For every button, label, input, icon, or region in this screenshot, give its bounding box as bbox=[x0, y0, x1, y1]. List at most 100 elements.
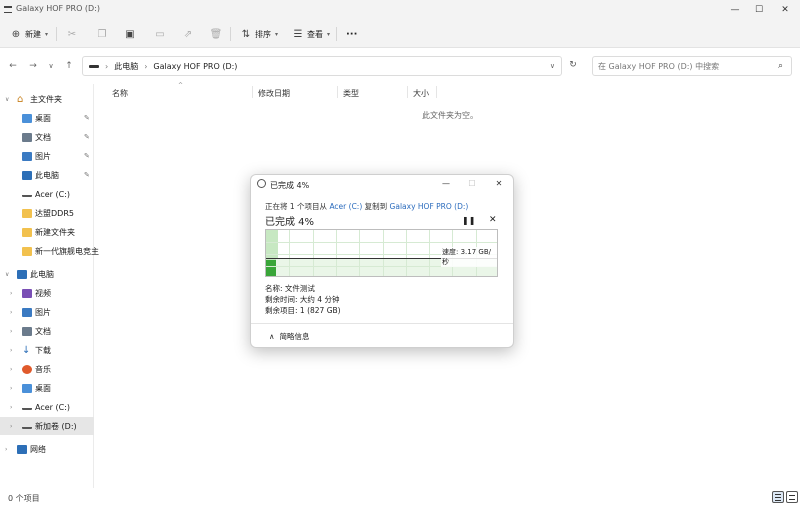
source-link[interactable]: Acer (C:) bbox=[329, 202, 362, 211]
drive-icon bbox=[22, 423, 32, 429]
column-divider[interactable] bbox=[407, 86, 408, 98]
network-icon bbox=[17, 444, 27, 454]
speed-bar bbox=[266, 260, 276, 276]
folder-icon bbox=[22, 208, 32, 218]
rename-button[interactable]: ▭ bbox=[154, 26, 166, 42]
sidebar-item-videos[interactable]: › 视频 bbox=[0, 284, 94, 302]
chevron-right-icon[interactable]: › bbox=[10, 385, 12, 392]
file-name-line: 名称: 文件测试 bbox=[265, 284, 315, 293]
refresh-button[interactable]: ↻ bbox=[566, 60, 580, 72]
drive-icon bbox=[89, 64, 99, 68]
sort-label: 排序 bbox=[255, 29, 271, 39]
sidebar-item-this-pc[interactable]: ∨ 此电脑 bbox=[0, 265, 94, 283]
chevron-right-icon[interactable]: › bbox=[10, 309, 12, 316]
forward-button[interactable]: → bbox=[26, 60, 40, 72]
chevron-down-icon: ▾ bbox=[327, 30, 331, 38]
pin-icon: ✎ bbox=[84, 152, 90, 160]
recent-locations-button[interactable]: ∨ bbox=[44, 60, 58, 72]
chevron-right-icon[interactable]: › bbox=[10, 366, 12, 373]
up-button[interactable]: ↑ bbox=[62, 60, 76, 72]
details-view-button[interactable] bbox=[772, 491, 784, 503]
column-header-name[interactable]: 名称 bbox=[112, 88, 128, 99]
pictures-icon bbox=[22, 307, 32, 317]
minimize-button[interactable]: — bbox=[722, 0, 748, 20]
sidebar-item-folder-esports[interactable]: 新一代旗舰电竞主 bbox=[0, 242, 99, 260]
chevron-right-icon[interactable]: › bbox=[10, 290, 12, 297]
item-count: 0 个项目 bbox=[8, 494, 40, 503]
chevron-down-icon[interactable]: ∨ bbox=[5, 271, 9, 278]
search-input[interactable]: 在 Galaxy HOF PRO (D:) 中搜索 ⌕ bbox=[592, 56, 792, 76]
new-button[interactable]: ⊕ 新建 ▾ bbox=[10, 26, 48, 42]
pause-button[interactable]: ❚❚ bbox=[462, 216, 475, 225]
toolbar-divider bbox=[56, 27, 57, 41]
chevron-down-icon: ▾ bbox=[275, 30, 279, 38]
navigation-pane: ∨ ⌂ 主文件夹 桌面 ✎ 文档 ✎ 图片 ✎ 此电脑 ✎ Acer (C:) … bbox=[0, 84, 99, 488]
pictures-icon bbox=[22, 151, 32, 161]
chevron-down-icon[interactable]: ∨ bbox=[550, 62, 555, 70]
share-icon: ⇗ bbox=[183, 28, 193, 40]
breadcrumb-this-pc[interactable]: 此电脑 bbox=[114, 61, 138, 72]
sort-button[interactable]: ⇅ 排序 ▾ bbox=[240, 26, 278, 42]
sidebar-item-documents[interactable]: 文档 ✎ bbox=[0, 128, 94, 146]
address-bar[interactable]: › 此电脑 › Galaxy HOF PRO (D:) ∨ bbox=[82, 56, 562, 76]
sidebar-item-home[interactable]: ∨ ⌂ 主文件夹 bbox=[0, 90, 94, 108]
back-button[interactable]: ← bbox=[6, 60, 20, 72]
delete-button[interactable]: 🗑 bbox=[210, 26, 223, 42]
sidebar-item-pictures[interactable]: 图片 ✎ bbox=[0, 147, 94, 165]
sidebar-item-network[interactable]: › 网络 bbox=[0, 440, 94, 458]
destination-link[interactable]: Galaxy HOF PRO (D:) bbox=[390, 202, 469, 211]
sidebar-item-this-pc-pinned[interactable]: 此电脑 ✎ bbox=[0, 166, 94, 184]
sidebar-item-music[interactable]: › 音乐 bbox=[0, 360, 94, 378]
column-divider[interactable] bbox=[436, 86, 437, 98]
sidebar-item-label: Acer (C:) bbox=[35, 189, 71, 199]
view-button[interactable]: ☰ 查看 ▾ bbox=[292, 26, 331, 42]
sidebar-item-desktop-pc[interactable]: › 桌面 bbox=[0, 379, 94, 397]
fewer-details-button[interactable]: ∧ 简略信息 bbox=[269, 331, 310, 342]
paste-button[interactable]: ▣ bbox=[124, 26, 136, 42]
chevron-right-icon[interactable]: › bbox=[10, 347, 12, 354]
tiles-view-button[interactable] bbox=[786, 491, 798, 503]
chevron-right-icon[interactable]: › bbox=[10, 328, 12, 335]
cut-button[interactable]: ✂ bbox=[66, 26, 78, 42]
sidebar-item-label: 视频 bbox=[35, 288, 51, 298]
copy-button[interactable]: ❐ bbox=[96, 26, 108, 42]
column-divider[interactable] bbox=[252, 86, 253, 98]
column-header-size[interactable]: 大小 bbox=[413, 88, 429, 99]
sidebar-item-label: 图片 bbox=[35, 151, 51, 161]
scissors-icon: ✂ bbox=[67, 28, 77, 40]
share-button[interactable]: ⇗ bbox=[182, 26, 194, 42]
video-icon bbox=[22, 288, 32, 298]
cancel-copy-button[interactable]: ✕ bbox=[489, 215, 497, 225]
sidebar-item-label: 此电脑 bbox=[35, 170, 59, 180]
more-options-button[interactable]: ··· bbox=[346, 26, 357, 42]
column-header-type[interactable]: 类型 bbox=[343, 88, 359, 99]
sidebar-item-acer-c[interactable]: Acer (C:) bbox=[0, 185, 94, 203]
drive-icon bbox=[22, 404, 32, 410]
column-header-modified[interactable]: 修改日期 bbox=[258, 88, 290, 99]
command-bar: ⊕ 新建 ▾ ✂ ❐ ▣ ▭ ⇗ 🗑 ⇅ 排序 ▾ ☰ 查看 ▾ ··· bbox=[0, 20, 800, 48]
sidebar-item-folder-ddr5[interactable]: 达盟DDR5 bbox=[0, 204, 94, 222]
sidebar-item-desktop[interactable]: 桌面 ✎ bbox=[0, 109, 94, 127]
close-button[interactable]: ✕ bbox=[772, 0, 798, 20]
chevron-right-icon[interactable]: › bbox=[10, 423, 12, 430]
sidebar-item-documents-pc[interactable]: › 文档 bbox=[0, 322, 94, 340]
chevron-right-icon[interactable]: › bbox=[10, 404, 12, 411]
sidebar-item-new-folder[interactable]: 新建文件夹 bbox=[0, 223, 94, 241]
chevron-right-icon[interactable]: › bbox=[5, 446, 7, 453]
breadcrumb-drive[interactable]: Galaxy HOF PRO (D:) bbox=[153, 62, 237, 71]
sidebar-item-downloads[interactable]: › ↓ 下载 bbox=[0, 341, 94, 359]
copy-middle-text: 复制到 bbox=[364, 202, 388, 211]
sidebar-item-acer-c-pc[interactable]: › Acer (C:) bbox=[0, 398, 94, 416]
view-icon: ☰ bbox=[293, 28, 303, 40]
transfer-speed: 速度: 3.17 GB/秒 bbox=[441, 247, 497, 267]
sidebar-item-pictures-pc[interactable]: › 图片 bbox=[0, 303, 94, 321]
dialog-close-button[interactable]: ✕ bbox=[492, 178, 506, 190]
chevron-down-icon[interactable]: ∨ bbox=[5, 96, 9, 103]
rename-icon: ▭ bbox=[155, 28, 165, 40]
chevron-down-icon: ▾ bbox=[45, 30, 49, 38]
sidebar-item-new-volume-d[interactable]: › 新加卷 (D:) bbox=[0, 417, 94, 435]
dialog-minimize-button[interactable]: — bbox=[439, 178, 453, 190]
maximize-button[interactable]: ☐ bbox=[746, 0, 772, 20]
column-divider[interactable] bbox=[337, 86, 338, 98]
copy-prefix-text: 正在将 1 个项目从 bbox=[265, 202, 328, 211]
